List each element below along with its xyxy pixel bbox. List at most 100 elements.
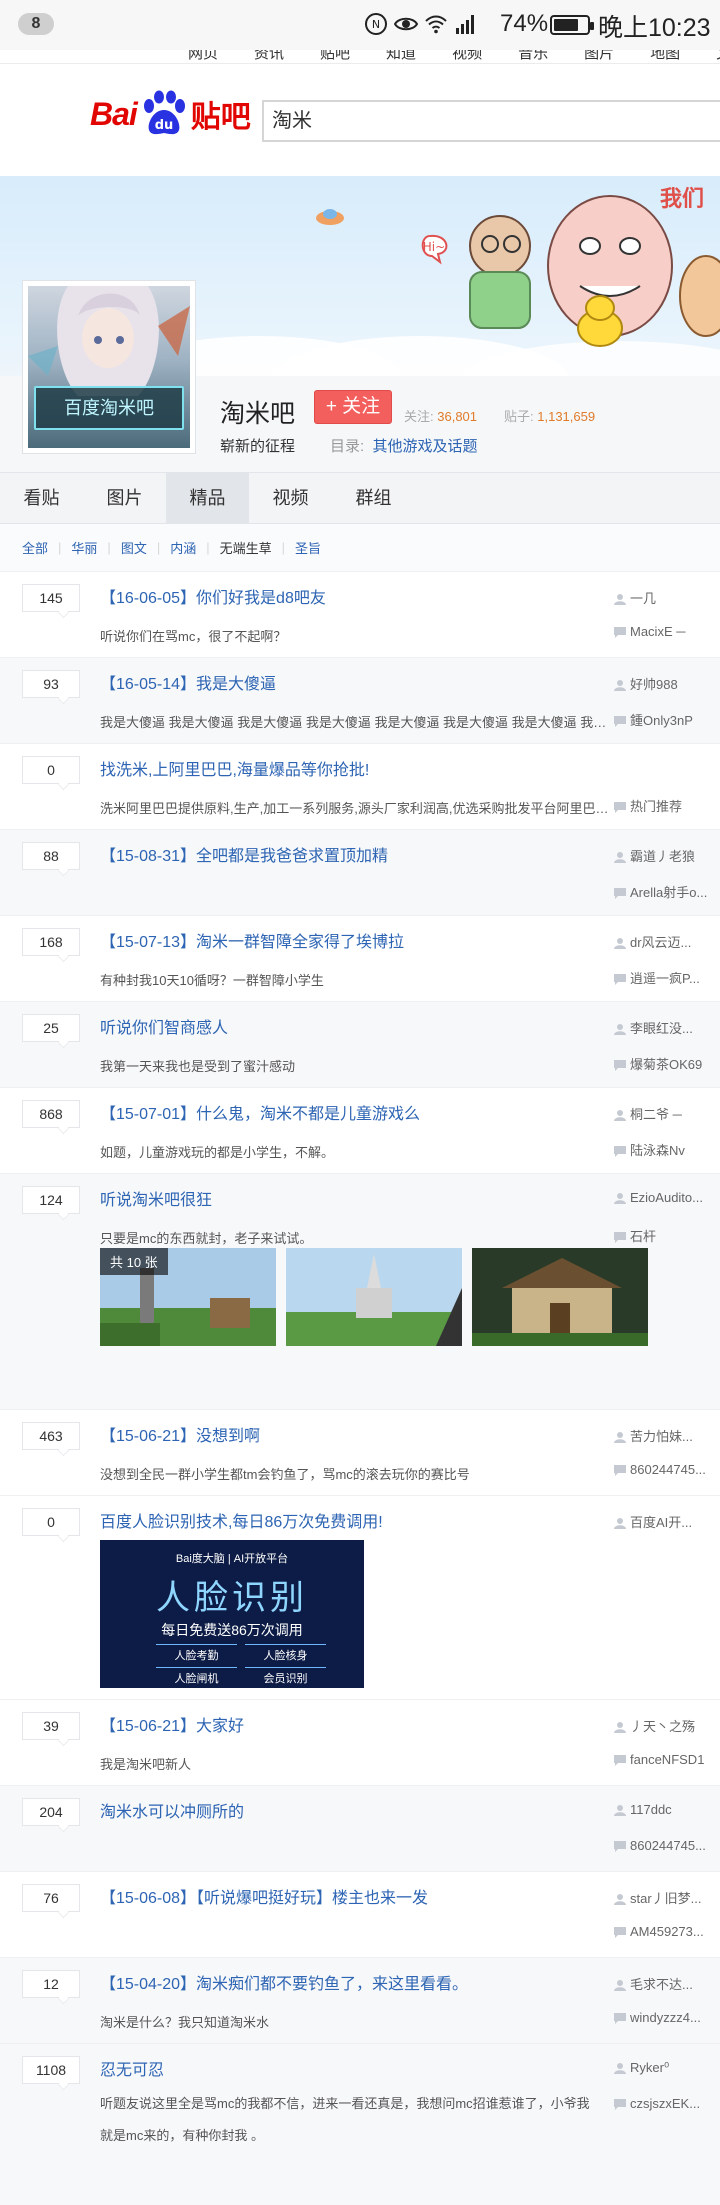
thread-thumbnail[interactable]: [286, 1248, 462, 1346]
thread-author[interactable]: 毛求不达...: [614, 1974, 720, 1993]
filter-edict[interactable]: 圣旨: [295, 538, 321, 557]
ad-image[interactable]: Bai度大脑 | AI开放平台 人脸识别 每日免费送86万次调用 人脸考勤 人脸…: [100, 1540, 364, 1688]
thread-author[interactable]: 桐二爷 ─: [614, 1104, 720, 1123]
thread-title-link[interactable]: 【15-06-08】【听说爆吧挺好玩】楼主也来一发: [100, 1884, 428, 1908]
ad-features: 人脸考勤 人脸核身 人脸闸机 会员识别: [156, 1644, 326, 1686]
reply-count: 39: [22, 1712, 80, 1740]
follow-button[interactable]: + 关注: [314, 390, 392, 424]
thread-author[interactable]: 丿天丶之殇: [614, 1716, 720, 1735]
reply-count: 145: [22, 584, 80, 612]
baidu-tieba-logo[interactable]: Bai du 贴吧: [90, 90, 251, 138]
comment-icon: [614, 2099, 626, 2110]
thread-row[interactable]: 1108 忍无可忍 听题友说这里全是骂mc的我都不信，进来一看还真是，我想问mc…: [0, 2044, 720, 2205]
thread-last-reply[interactable]: Arella射手o...: [614, 882, 720, 901]
thread-row-with-images[interactable]: 124 听说淘米吧很狂 只要是mc的东西就封，老子来试试。 EzioAudito…: [0, 1174, 720, 1410]
thread-author[interactable]: 好帅988: [614, 674, 720, 693]
post-stat: 贴子: 1,131,659: [504, 409, 596, 424]
thread-row[interactable]: 12 【15-04-20】淘米痴们都不要钓鱼了，来这里看看。 淘米是什么？我只知…: [0, 1958, 720, 2044]
thread-row[interactable]: 145 【16-06-05】你们好我是d8吧友 听说你们在骂mc，很了不起啊？ …: [0, 572, 720, 658]
user-icon: [614, 1980, 626, 1991]
thread-thumbnail[interactable]: [472, 1248, 648, 1346]
filter-image-text[interactable]: 图文: [121, 538, 147, 557]
thread-row-ad[interactable]: 0 百度人脸识别技术,每日86万次免费调用! 百度AI开... Bai度大脑 |…: [0, 1496, 720, 1700]
filter-all[interactable]: 全部: [22, 538, 48, 557]
thread-row[interactable]: 168 【15-07-13】淘米一群智障全家得了埃博拉 有种封我10天10循呀？…: [0, 916, 720, 1002]
thread-row[interactable]: 76 【15-06-08】【听说爆吧挺好玩】楼主也来一发 star丿旧梦... …: [0, 1872, 720, 1958]
catalog-link[interactable]: 其他游戏及话题: [373, 438, 478, 455]
thread-author[interactable]: 霸道丿老狼: [614, 846, 720, 865]
forum-name: 淘米吧: [220, 400, 296, 428]
tab-videos[interactable]: 视频: [249, 473, 332, 523]
thread-last-reply[interactable]: 热门推荐: [614, 796, 720, 815]
tab-featured[interactable]: 精品: [166, 473, 249, 523]
thread-title-link[interactable]: 找洗米,上阿里巴巴,海量爆品等你抢批!: [100, 756, 369, 780]
thread-last-reply[interactable]: fanceNFSD1: [614, 1752, 720, 1767]
thread-row[interactable]: 868 【15-07-01】什么鬼，淘米不都是儿童游戏么 如题，儿童游戏玩的都是…: [0, 1088, 720, 1174]
thread-title-link[interactable]: 听说淘米吧很狂: [100, 1186, 212, 1210]
thread-author[interactable]: star丿旧梦...: [614, 1888, 720, 1907]
thread-author[interactable]: 苦力怕妹...: [614, 1426, 720, 1445]
tab-posts[interactable]: 看贴: [0, 473, 83, 523]
top-nav-item[interactable]: 网页: [188, 50, 218, 63]
thread-title-link[interactable]: 【15-06-21】没想到啊: [100, 1422, 260, 1446]
thread-author[interactable]: 117ddc: [614, 1802, 720, 1817]
thread-last-reply[interactable]: MacixE ─: [614, 624, 720, 639]
thread-title-link[interactable]: 【15-07-13】淘米一群智障全家得了埃博拉: [100, 928, 404, 952]
ad-feature: 人脸核身: [245, 1644, 326, 1663]
thread-thumbnail[interactable]: 共 10 张: [100, 1248, 276, 1346]
thread-title-link[interactable]: 淘米水可以冲厕所的: [100, 1798, 244, 1822]
eye-icon: [394, 17, 418, 31]
top-nav-item[interactable]: 音乐: [518, 50, 548, 63]
top-nav-item[interactable]: 图片: [584, 50, 614, 63]
thread-row[interactable]: 463 【15-06-21】没想到啊 没想到全民一群小学生都tm会钓鱼了，骂mc…: [0, 1410, 720, 1496]
thread-author[interactable]: EzioAudito...: [614, 1190, 720, 1205]
top-nav-item[interactable]: 资讯: [254, 50, 284, 63]
forum-avatar[interactable]: 百度淘米吧: [22, 280, 196, 454]
reply-count: 0: [22, 756, 80, 784]
filter-connotation[interactable]: 内涵: [170, 538, 196, 557]
thread-row[interactable]: 25 听说你们智商感人 我第一天来我也是受到了蜜汁感动 李眼红没... 爆菊茶O…: [0, 1002, 720, 1088]
thread-author[interactable]: 一几: [614, 588, 720, 607]
top-nav-item[interactable]: 视频: [452, 50, 482, 63]
top-nav-item[interactable]: 地图: [650, 50, 680, 63]
thread-author[interactable]: 李眼红没...: [614, 1018, 720, 1037]
thread-title-link[interactable]: 【16-06-05】你们好我是d8吧友: [100, 584, 326, 608]
forum-catalog: 目录: 其他游戏及话题: [330, 438, 478, 455]
thread-title-link[interactable]: 忍无可忍: [100, 2056, 164, 2080]
tab-groups[interactable]: 群组: [332, 473, 415, 523]
thread-title-link[interactable]: 【15-07-01】什么鬼，淘米不都是儿童游戏么: [100, 1100, 420, 1124]
thread-row[interactable]: 204 淘米水可以冲厕所的 117ddc 860244745...: [0, 1786, 720, 1872]
thread-last-reply[interactable]: 逍遥一疯P...: [614, 968, 720, 987]
thread-author[interactable]: 百度AI开...: [614, 1512, 720, 1531]
thread-author[interactable]: Ryker⁰: [614, 2060, 720, 2076]
thread-last-reply[interactable]: 鍾Only3nP: [614, 710, 720, 729]
thread-last-reply[interactable]: windyzzz4...: [614, 2010, 720, 2025]
filter-grass[interactable]: 无端生草: [220, 538, 272, 557]
thread-last-reply[interactable]: 860244745...: [614, 1462, 720, 1477]
thread-row-promoted[interactable]: 0 找洗米,上阿里巴巴,海量爆品等你抢批! 洗米阿里巴巴提供原料,生产,加工一系…: [0, 744, 720, 830]
thread-last-reply[interactable]: AM459273...: [614, 1924, 720, 1939]
filter-gorgeous[interactable]: 华丽: [71, 538, 97, 557]
thread-title-link[interactable]: 【15-08-31】全吧都是我爸爸求置顶加精: [100, 842, 388, 866]
thread-last-reply[interactable]: 爆菊茶OK69: [614, 1054, 720, 1073]
thread-row[interactable]: 39 【15-06-21】大家好 我是淘米吧新人 丿天丶之殇 fanceNFSD…: [0, 1700, 720, 1786]
top-nav-item[interactable]: 文库: [716, 50, 720, 63]
thread-title-link[interactable]: 【15-06-21】大家好: [100, 1712, 244, 1736]
thread-last-reply[interactable]: 陆泳森Nv: [614, 1140, 720, 1159]
thread-row[interactable]: 93 【16-05-14】我是大傻逼 我是大傻逼 我是大傻逼 我是大傻逼 我是大…: [0, 658, 720, 744]
search-input[interactable]: 淘米: [262, 100, 720, 142]
thread-row[interactable]: 88 【15-08-31】全吧都是我爸爸求置顶加精 霸道丿老狼 Arella射手…: [0, 830, 720, 916]
thread-last-reply[interactable]: czsjszxEK...: [614, 2096, 720, 2111]
thread-last-reply[interactable]: 860244745...: [614, 1838, 720, 1853]
thread-title-link[interactable]: 【15-04-20】淘米痴们都不要钓鱼了，来这里看看。: [100, 1970, 468, 1994]
thread-title-link[interactable]: 百度人脸识别技术,每日86万次免费调用!: [100, 1508, 383, 1532]
thread-title-link[interactable]: 听说你们智商感人: [100, 1014, 228, 1038]
tab-pictures[interactable]: 图片: [83, 473, 166, 523]
thread-title-link[interactable]: 【16-05-14】我是大傻逼: [100, 670, 276, 694]
comment-icon: [614, 1060, 626, 1071]
thread-last-reply[interactable]: 石杆: [614, 1226, 720, 1245]
top-nav-item[interactable]: 知道: [386, 50, 416, 63]
top-nav-item[interactable]: 贴吧: [320, 50, 350, 63]
thread-author[interactable]: dr风云迈...: [614, 932, 720, 951]
header: Bai du 贴吧 淘米: [0, 64, 720, 176]
